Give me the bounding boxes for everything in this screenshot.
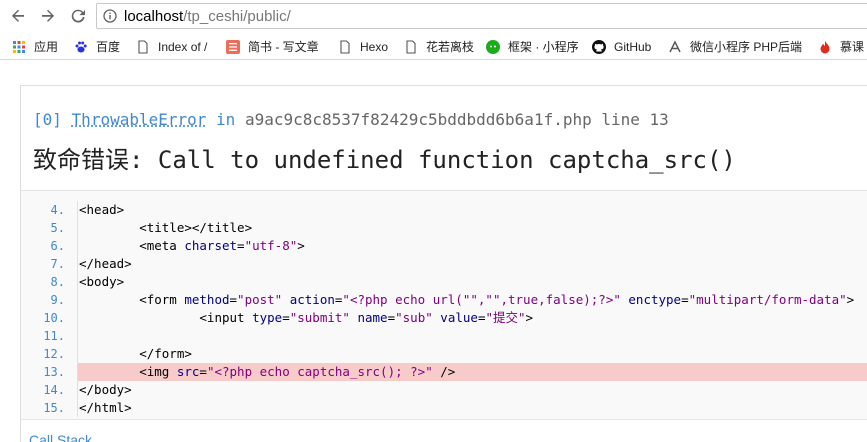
url-path: /tp_ceshi/public/ — [183, 8, 291, 25]
line-code — [77, 327, 867, 345]
wechat-icon — [486, 40, 500, 54]
jianshu-icon — [226, 40, 240, 54]
line-number: 12. — [21, 345, 65, 363]
line-number: 11. — [21, 327, 65, 345]
reload-button[interactable] — [68, 6, 88, 26]
forward-button[interactable] — [38, 6, 58, 26]
browser-toolbar: localhost/tp_ceshi/public/ — [0, 0, 867, 32]
exception-location: [0] ThrowableError in a9ac9c8c8537f82429… — [33, 110, 669, 130]
line-number: 15. — [21, 399, 65, 417]
line-number: 8. — [21, 273, 65, 291]
source-code-lines: 4. <head> 5. <title></title> 6. <meta chars… — [21, 201, 867, 417]
source-line-highlighted: 13. <img src="<?php echo captcha_src(); … — [21, 363, 867, 381]
exception-index: [0] — [33, 110, 62, 129]
source-line: 11. — [21, 327, 867, 345]
source-line: 12. </form> — [21, 345, 867, 363]
source-line: 6. <meta charset="utf-8"> — [21, 237, 867, 255]
exception-panel: [0] ThrowableError in a9ac9c8c8537f82429… — [20, 85, 867, 442]
line-number: 9. — [21, 291, 65, 309]
exception-message: 致命错误: Call to undefined function captcha… — [33, 144, 736, 176]
line-code: <input type="submit" name="sub" value="提… — [77, 309, 867, 327]
line-code: </head> — [77, 255, 867, 273]
call-stack-heading: Call Stack — [29, 432, 92, 442]
bookmark-label: 百度 — [96, 38, 120, 56]
line-code: <body> — [77, 273, 867, 291]
line-code: <img src="<?php echo captcha_src(); ?>" … — [77, 363, 867, 381]
page-icon — [404, 40, 418, 54]
bookmark-label: 花若离枝 — [426, 38, 474, 56]
bookmark-label: 框架 · 小程序 — [508, 38, 579, 56]
line-code: <head> — [77, 201, 867, 219]
source-line: 10. <input type="submit" name="sub" valu… — [21, 309, 867, 327]
source-code-block: 4. <head> 5. <title></title> 6. <meta chars… — [21, 190, 867, 420]
exception-in-word: in — [216, 110, 235, 129]
line-code: <title></title> — [77, 219, 867, 237]
info-icon[interactable] — [103, 9, 117, 23]
source-line: 4. <head> — [21, 201, 867, 219]
source-line: 8. <body> — [21, 273, 867, 291]
line-number: 6. — [21, 237, 65, 255]
line-number: 5. — [21, 219, 65, 237]
bookmarks-bar: 应用 百度 Index of / 简书 - 写文章 Hexo 花若离枝 框架 ·… — [0, 34, 867, 60]
arrow-left-icon — [8, 6, 28, 26]
url-host: localhost — [124, 8, 183, 25]
github-icon — [592, 40, 606, 54]
baidu-paw-icon — [74, 40, 88, 54]
source-line: 14. </body> — [21, 381, 867, 399]
bookmark-label: Hexo — [360, 38, 388, 56]
exception-line-number: 13 — [650, 110, 669, 129]
back-button[interactable] — [8, 6, 28, 26]
line-code: </form> — [77, 345, 867, 363]
page-icon — [136, 40, 150, 54]
wechat-dev-icon — [668, 40, 682, 54]
line-number: 14. — [21, 381, 65, 399]
line-number: 7. — [21, 255, 65, 273]
source-line: 5. <title></title> — [21, 219, 867, 237]
line-number: 13. — [21, 363, 65, 381]
source-line: 7. </head> — [21, 255, 867, 273]
bookmark-label: 微信小程序 PHP后端 — [690, 38, 802, 56]
reload-icon — [68, 6, 88, 26]
line-code: <form method="post" action="<?php echo u… — [77, 291, 867, 309]
page-content: [0] ThrowableError in a9ac9c8c8537f82429… — [0, 61, 867, 442]
address-bar[interactable]: localhost/tp_ceshi/public/ — [96, 3, 867, 29]
line-code: </html> — [77, 399, 867, 417]
exception-file: a9ac9c8c8537f82429c5bddbdd6b6a1f.php — [245, 110, 592, 129]
url-text[interactable]: localhost/tp_ceshi/public/ — [124, 8, 291, 25]
exception-line-word: line — [601, 110, 640, 129]
line-code: <meta charset="utf-8"> — [77, 237, 867, 255]
source-line: 15. </html> — [21, 399, 867, 417]
arrow-right-icon — [38, 6, 58, 26]
bookmark-label: Index of / — [158, 38, 207, 56]
bookmark-label: GitHub — [614, 38, 651, 56]
bookmark-label: 应用 — [34, 38, 58, 56]
exception-class-link[interactable]: ThrowableError — [72, 110, 207, 129]
page-icon — [338, 40, 352, 54]
flame-icon — [818, 40, 832, 54]
bookmark-label: 慕课 — [840, 38, 864, 56]
exception-info: [0] ThrowableError in a9ac9c8c8537f82429… — [21, 86, 867, 190]
bookmark-label: 简书 - 写文章 — [248, 38, 319, 56]
apps-grid-icon — [12, 40, 26, 54]
source-line: 9. <form method="post" action="<?php ech… — [21, 291, 867, 309]
line-code: </body> — [77, 381, 867, 399]
line-number: 10. — [21, 309, 65, 327]
line-number: 4. — [21, 201, 65, 219]
